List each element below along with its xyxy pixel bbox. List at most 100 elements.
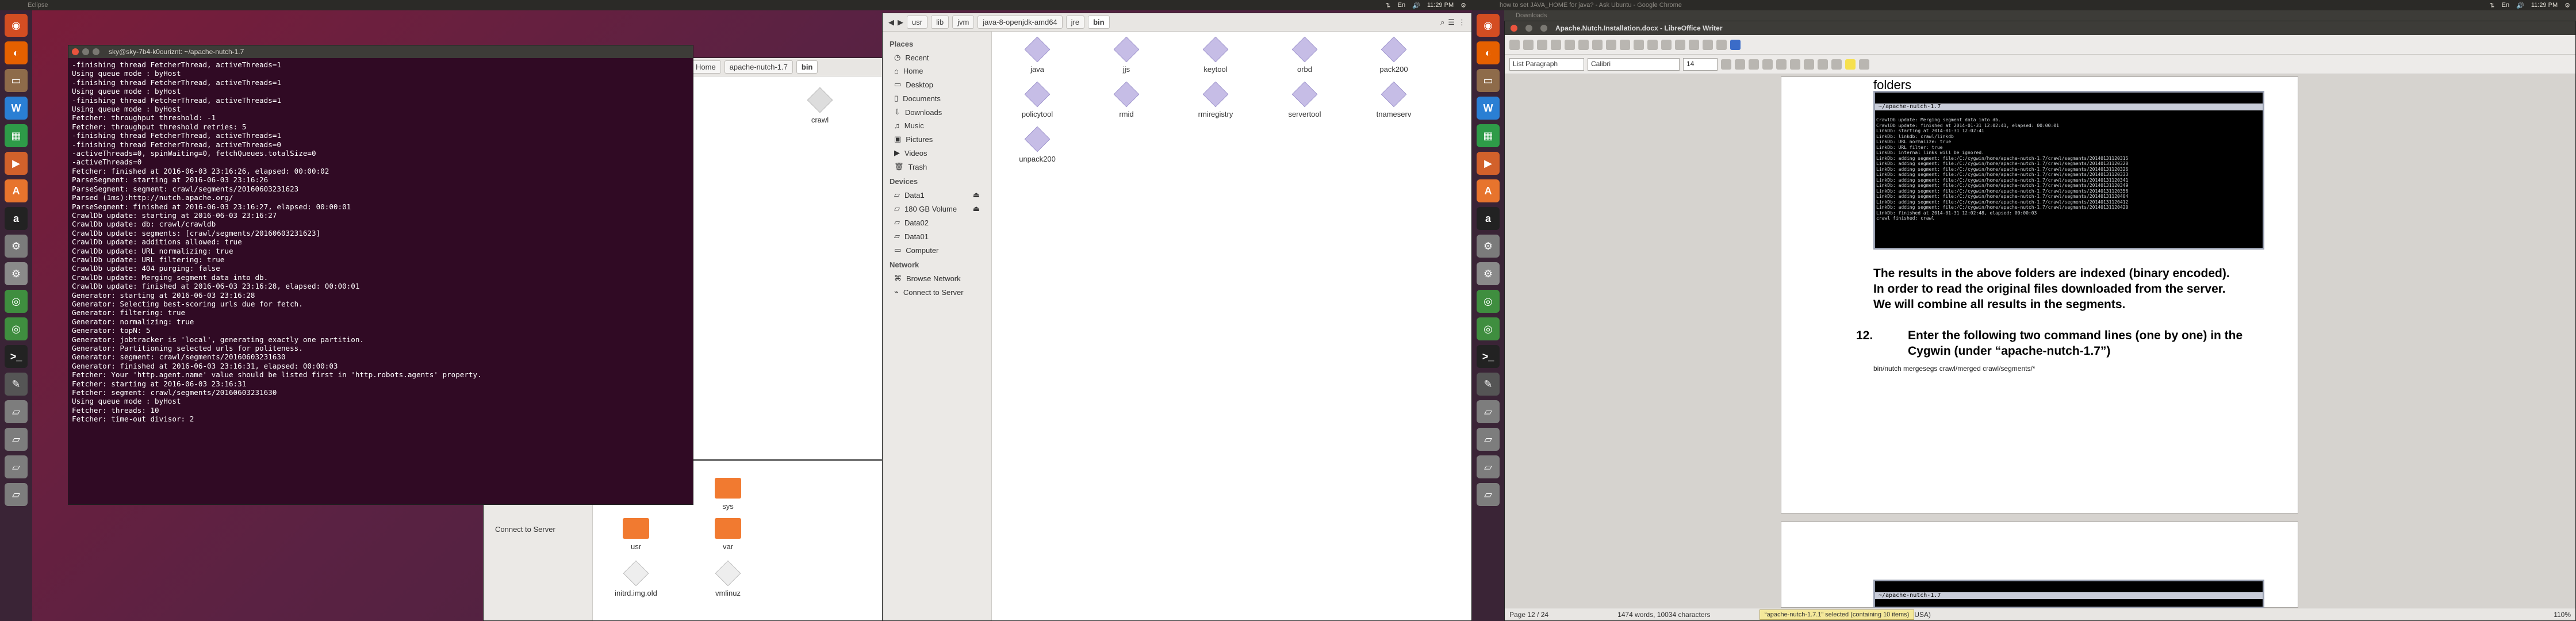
file-pack200[interactable]: pack200 [1362,36,1425,74]
terminal-titlebar[interactable]: sky@sky-7b4-k0ouriznt: ~/apache-nutch-1.… [68,45,693,58]
drive-icon-3[interactable]: ▱ [1477,455,1500,478]
folder-usr[interactable]: usr [604,518,668,551]
undo-icon[interactable] [1634,39,1644,50]
align-left-icon[interactable] [1762,59,1773,70]
drive-icon[interactable]: ▱ [1477,400,1500,423]
forward-icon[interactable]: ▶ [898,18,903,27]
bold-icon[interactable] [1721,59,1731,70]
crumb-openjdk[interactable]: java-8-openjdk-amd64 [977,16,1063,29]
software-center-icon[interactable]: A [5,179,28,202]
paste-icon[interactable] [1620,39,1630,50]
help-icon[interactable] [1730,39,1741,50]
eject-icon[interactable]: ⏏ [973,204,980,213]
export-pdf-icon[interactable] [1551,39,1561,50]
sidebar-item-trash[interactable]: 🗑 Trash [883,160,991,174]
keyboard-icon[interactable]: En [1398,2,1405,9]
lower-connect[interactable]: Connect to Server [484,523,592,536]
terminal-window[interactable]: sky@sky-7b4-k0ouriznt: ~/apache-nutch-1.… [68,45,693,505]
crumb-usr[interactable]: usr [907,16,928,29]
new-icon[interactable] [1509,39,1520,50]
sidebar-item-connect-server[interactable]: ⌁ Connect to Server [883,285,991,299]
preview-icon[interactable] [1578,39,1589,50]
sidebar-item-documents[interactable]: ▯ Documents [883,91,991,105]
menu-icon[interactable]: ⋮ [1458,18,1466,27]
sidebar-item-data02[interactable]: ▱ Data02 [883,216,991,229]
minimize-icon[interactable] [1525,25,1532,32]
firefox-icon[interactable]: ◐ [5,41,28,64]
redo-icon[interactable] [1647,39,1658,50]
folder-var[interactable]: var [696,518,760,551]
calc-icon[interactable]: ▦ [1477,124,1500,147]
bg-crumb-nutch[interactable]: apache-nutch-1.7 [724,60,793,74]
crumb-bin[interactable]: bin [1088,16,1110,29]
font-color-icon[interactable] [1859,59,1869,70]
cut-icon[interactable] [1592,39,1603,50]
chrome-icon[interactable]: ◎ [1477,290,1500,313]
search-icon[interactable]: ⌕ [1440,18,1444,27]
chrome-icon-2[interactable]: ◎ [1477,317,1500,340]
sidebar-item-music[interactable]: ♫ Music [883,119,991,132]
bullets-icon[interactable] [1818,59,1828,70]
status-words[interactable]: 1474 words, 10034 characters [1617,611,1710,619]
eject-icon[interactable]: ⏏ [973,190,980,200]
drive-icon-3[interactable]: ▱ [5,455,28,478]
table-icon[interactable] [1689,39,1699,50]
sidebar-item-downloads[interactable]: ⇩ Downloads [883,105,991,119]
crumb-jre[interactable]: jre [1065,16,1085,29]
align-right-icon[interactable] [1790,59,1800,70]
drive-icon-4[interactable]: ▱ [5,483,28,506]
list-view-icon[interactable]: ☰ [1448,18,1455,27]
file-policytool[interactable]: policytool [1006,81,1069,118]
sidebar-item-computer[interactable]: ▭ Computer [883,243,991,257]
impress-icon[interactable]: ▶ [1477,152,1500,175]
gear-icon[interactable]: ⚙ [1460,2,1466,9]
status-zoom[interactable]: 110% [2554,611,2571,619]
file-unpack200[interactable]: unpack200 [1006,126,1069,163]
file-manager-window[interactable]: ◀ ▶ usr lib jvm java-8-openjdk-amd64 jre… [882,13,1472,621]
terminal-output[interactable]: -finishing thread FetcherThread, activeT… [68,58,693,504]
drive-icon-4[interactable]: ▱ [1477,483,1500,506]
chart-icon[interactable] [1716,39,1727,50]
editor-icon[interactable]: ✎ [1477,373,1500,396]
print-icon[interactable] [1565,39,1575,50]
document-page[interactable]: folders ~/apache-nutch-1.7 CrawlDb updat… [1781,76,2298,513]
file-rmiregistry[interactable]: rmiregistry [1184,81,1247,118]
network-icon[interactable]: ⇅ [2489,2,2494,9]
terminal-icon[interactable]: >_ [1477,345,1500,368]
bg-crumb-bin[interactable]: bin [796,60,818,74]
close-icon[interactable] [72,48,79,55]
editor-icon[interactable]: ✎ [5,373,28,396]
sidebar-item-recent[interactable]: ◷ Recent [883,51,991,64]
gear-icon[interactable]: ⚙ [2564,2,2570,9]
clock[interactable]: 11:29 PM [1427,2,1454,9]
file-keytool[interactable]: keytool [1184,36,1247,74]
bg-crumb-home[interactable]: Home [691,60,721,74]
sidebar-item-desktop[interactable]: ▭ Desktop [883,78,991,91]
file-tnameserv[interactable]: tnameserv [1362,81,1425,118]
paragraph-style-combo[interactable]: List Paragraph [1509,57,1584,71]
sidebar-item-browse-network[interactable]: ⌘ Browse Network [883,271,991,285]
settings-icon[interactable]: ⚙ [1477,235,1500,258]
underline-icon[interactable] [1749,59,1759,70]
sidebar-item-videos[interactable]: ▶ Videos [883,146,991,160]
italic-icon[interactable] [1735,59,1745,70]
document-page-2[interactable]: ~/apache-nutch-1.7 [1781,522,2298,608]
sidebar-item-data01[interactable]: ▱ Data01 [883,229,991,243]
crumb-lib[interactable]: lib [931,16,949,29]
volume-icon[interactable]: 🔊 [2516,2,2524,9]
drive-icon-2[interactable]: ▱ [1477,428,1500,451]
settings-icon[interactable]: ⚙ [5,235,28,258]
impress-icon[interactable]: ▶ [5,152,28,175]
ubuntu-logo-icon[interactable]: ◉ [1477,14,1500,37]
amazon-icon[interactable]: a [5,207,28,230]
writer-window[interactable]: Apache.Nutch.Installation.docx - LibreOf… [1504,21,2576,621]
sidebar-item-pictures[interactable]: ▣ Pictures [883,132,991,146]
copy-icon[interactable] [1606,39,1616,50]
align-center-icon[interactable] [1776,59,1787,70]
amazon-icon[interactable]: a [1477,207,1500,230]
numbering-icon[interactable] [1831,59,1842,70]
minimize-icon[interactable] [82,48,89,55]
find-icon[interactable] [1661,39,1672,50]
image-icon[interactable] [1703,39,1713,50]
file-jjs[interactable]: jjs [1095,36,1158,74]
